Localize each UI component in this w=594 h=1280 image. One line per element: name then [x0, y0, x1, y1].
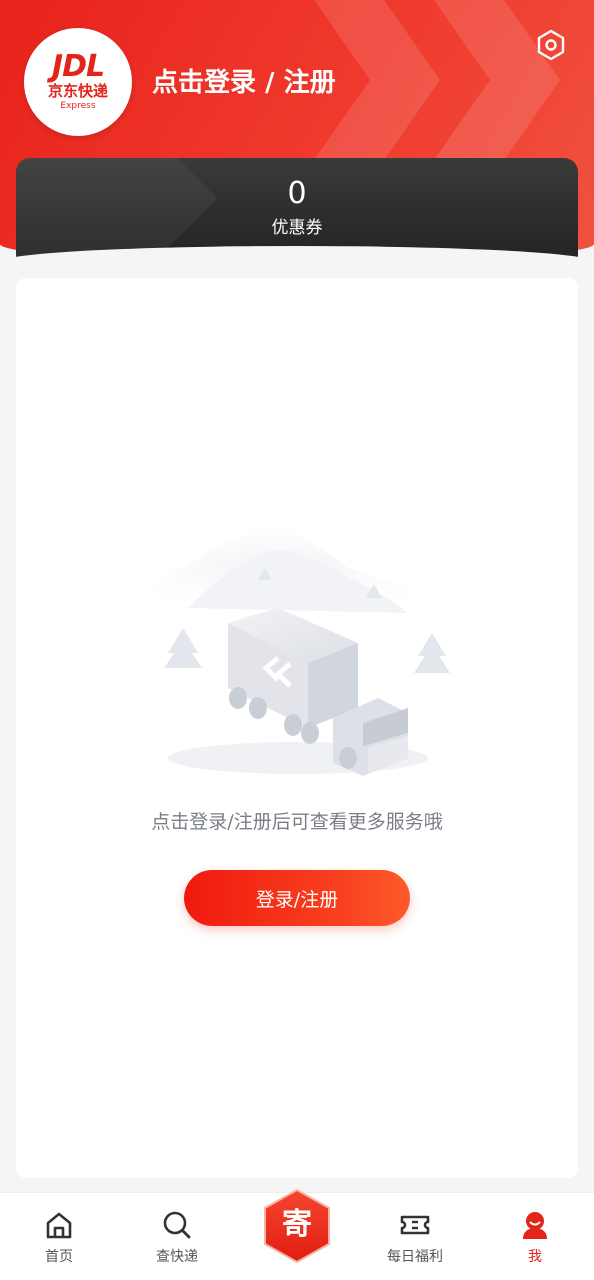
login-register-button[interactable]: 登录/注册: [184, 870, 410, 926]
login-hint-text: 点击登录/注册后可查看更多服务哦: [151, 811, 443, 833]
nav-label: 查快递: [156, 1249, 198, 1265]
nav-label: 首页: [45, 1249, 73, 1265]
nav-item-daily-benefits[interactable]: 每日福利: [356, 1193, 474, 1280]
settings-icon[interactable]: [534, 28, 568, 62]
login-register-link[interactable]: 点击登录 / 注册: [152, 66, 336, 100]
ship-label: 寄: [282, 1207, 312, 1242]
logo-mark: JDL: [51, 49, 105, 84]
coupon-count: 0: [287, 176, 307, 211]
profile-icon: [523, 1212, 547, 1239]
nav-label: 每日福利: [387, 1249, 443, 1265]
home-icon: [46, 1212, 72, 1239]
ship-button[interactable]: 寄: [262, 1188, 332, 1264]
header-curve: [0, 246, 594, 276]
nav-item-me[interactable]: 我: [476, 1193, 594, 1280]
nav-item-track[interactable]: 查快递: [118, 1193, 236, 1280]
main-panel: 点击登录/注册后可查看更多服务哦 登录/注册: [16, 278, 578, 1178]
ticket-icon: [400, 1215, 430, 1235]
coupon-label: 优惠券: [271, 218, 323, 238]
nav-item-home[interactable]: 首页: [0, 1193, 118, 1280]
logo-en-text: Express: [60, 101, 96, 111]
nav-label: 我: [528, 1249, 542, 1265]
decor-chevron: [420, 0, 560, 180]
logo-cn-text: 京东快递: [47, 82, 108, 100]
jdl-express-logo[interactable]: JDL 京东快递 Express: [24, 28, 132, 136]
search-icon: [163, 1211, 191, 1239]
empty-truck-illustration: [98, 526, 468, 776]
